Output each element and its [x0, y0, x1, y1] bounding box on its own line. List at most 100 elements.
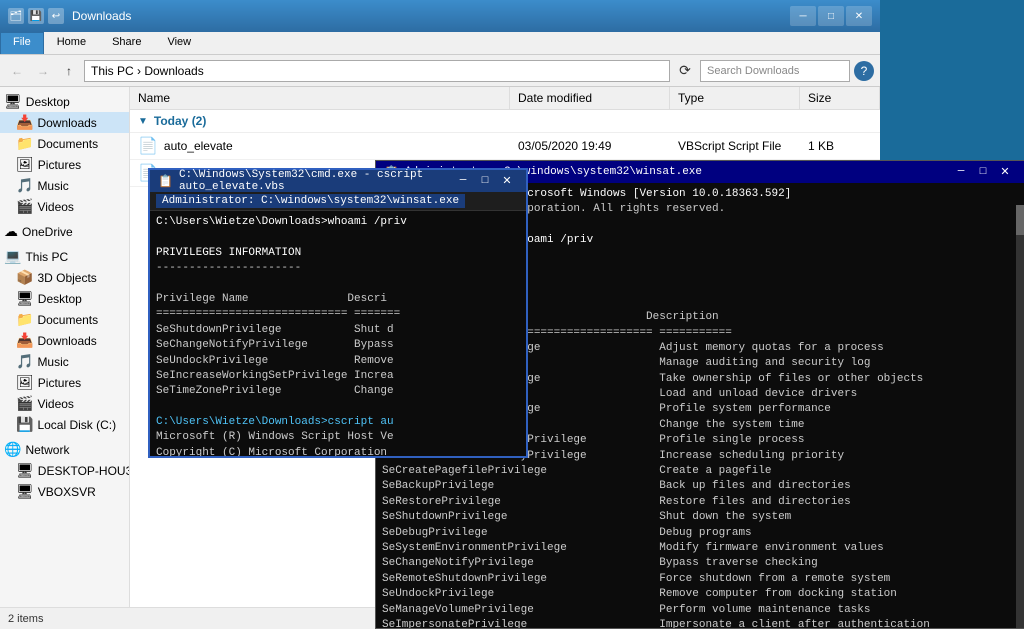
search-box[interactable]: Search Downloads	[700, 60, 850, 82]
sidebar-item-network[interactable]: 🌐 Network	[0, 439, 129, 460]
cmd-line-22: SeShutdownPrivilege Shut down the system	[382, 510, 1018, 525]
network-icon: 🌐	[4, 441, 21, 458]
sidebar-item-desktop-quick[interactable]: 🖥 Desktop	[0, 91, 129, 112]
sidebar-item-vboxsvr[interactable]: 🖥 VBOXSVR	[0, 481, 129, 502]
sidebar-label: Local Disk (C:)	[37, 418, 116, 432]
cmd-user-maximize[interactable]: □	[474, 172, 496, 190]
file-size-auto-elevate: 1 KB	[800, 133, 880, 159]
sidebar-label: Desktop	[26, 95, 70, 109]
cmd-line-24: SeSystemEnvironmentPrivilege Modify firm…	[382, 541, 1018, 556]
sidebar-item-music[interactable]: 🎵 Music	[0, 175, 129, 196]
tab-home[interactable]: Home	[44, 32, 99, 54]
tab-file[interactable]: File	[0, 32, 44, 54]
tab-view[interactable]: View	[154, 32, 204, 54]
videos-icon: 🎬	[16, 198, 33, 215]
sidebar-label: Downloads	[37, 116, 96, 130]
col-name[interactable]: Name	[130, 87, 510, 109]
sidebar-item-3dobjects[interactable]: 📦 3D Objects	[0, 267, 129, 288]
address-path[interactable]: This PC › Downloads	[84, 60, 670, 82]
user-line-15: Microsoft (R) Windows Script Host Ve	[156, 430, 520, 445]
quick-undo-icon[interactable]: ↩	[48, 8, 64, 24]
user-line-12: SeTimeZonePrivilege Change	[156, 384, 520, 399]
cmd-admin-scrollbar[interactable]	[1016, 205, 1024, 628]
cmd-admin-scrollbar-thumb	[1016, 205, 1024, 235]
sidebar-label: DESKTOP-HOU3	[38, 464, 129, 478]
sidebar-label: Videos	[37, 200, 73, 214]
sidebar-item-videos[interactable]: 🎬 Videos	[0, 196, 129, 217]
up-button[interactable]: ↑	[58, 60, 80, 82]
file-list-header: Name Date modified Type Size	[130, 87, 880, 110]
cmd-user-window[interactable]: 📋 C:\Windows\System32\cmd.exe - cscript …	[148, 168, 528, 458]
titlebar-icons: 🗂 💾 ↩	[8, 8, 64, 24]
item-count: 2 items	[8, 613, 43, 625]
documents2-icon: 📁	[16, 311, 33, 328]
sidebar-label: VBOXSVR	[38, 485, 96, 499]
cmd-user-close[interactable]: ✕	[496, 172, 518, 190]
user-line-9: SeChangeNotifyPrivilege Bypass	[156, 338, 520, 353]
cmd-admin-minimize[interactable]: ─	[950, 163, 972, 181]
downloads-icon: 📥	[16, 114, 33, 131]
user-line-6: Privilege Name Descri	[156, 292, 520, 307]
sidebar-item-pictures2[interactable]: 🖼 Pictures	[0, 372, 129, 393]
quick-access-icon[interactable]: 🗂	[8, 8, 24, 24]
user-line-4: ----------------------	[156, 261, 520, 276]
sidebar-label: Music	[37, 355, 68, 369]
minimize-button[interactable]: ─	[790, 6, 816, 26]
user-line-10: SeUndockPrivilege Remove	[156, 354, 520, 369]
sidebar-label: Pictures	[38, 376, 81, 390]
cmd-admin-maximize[interactable]: □	[972, 163, 994, 181]
sidebar-item-localdisk[interactable]: 💾 Local Disk (C:)	[0, 414, 129, 435]
user-line-5	[156, 277, 520, 292]
desktop-icon: 🖥	[4, 93, 22, 110]
sidebar-label: Music	[37, 179, 68, 193]
sidebar-item-desktop2[interactable]: 🖥 Desktop	[0, 288, 129, 309]
cmd-line-25: SeChangeNotifyPrivilege Bypass traverse …	[382, 556, 1018, 571]
admin-overlay-bar: Administrator: C:\windows\system32\winsa…	[150, 192, 526, 211]
col-date[interactable]: Date modified	[510, 87, 670, 109]
group-label: Today (2)	[154, 114, 206, 128]
sidebar-item-downloads[interactable]: 📥 Downloads	[0, 112, 129, 133]
cmd-line-26: SeRemoteShutdownPrivilege Force shutdown…	[382, 572, 1018, 587]
sidebar-item-videos2[interactable]: 🎬 Videos	[0, 393, 129, 414]
cmd-line-29: SeImpersonatePrivilege Impersonate a cli…	[382, 618, 1018, 628]
file-row-auto-elevate[interactable]: 📄 auto_elevate 03/05/2020 19:49 VBScript…	[130, 133, 880, 160]
maximize-button[interactable]: □	[818, 6, 844, 26]
documents-icon: 📁	[16, 135, 33, 152]
close-button[interactable]: ✕	[846, 6, 872, 26]
user-line-8: SeShutdownPrivilege Shut d	[156, 323, 520, 338]
back-button[interactable]: ←	[6, 60, 28, 82]
cmd-line-21: SeRestorePrivilege Restore files and dir…	[382, 495, 1018, 510]
ribbon-tabs: File Home Share View	[0, 32, 880, 54]
sidebar-item-desktop-hou[interactable]: 🖥 DESKTOP-HOU3	[0, 460, 129, 481]
videos2-icon: 🎬	[16, 395, 33, 412]
sidebar-item-documents2[interactable]: 📁 Documents	[0, 309, 129, 330]
help-button[interactable]: ?	[854, 61, 874, 81]
tab-share[interactable]: Share	[99, 32, 154, 54]
sidebar-item-pictures[interactable]: 🖼 Pictures	[0, 154, 129, 175]
quick-save-icon[interactable]: 💾	[28, 8, 44, 24]
user-line-2	[156, 230, 520, 245]
sidebar-item-downloads2[interactable]: 📥 Downloads	[0, 330, 129, 351]
refresh-button[interactable]: ⟳	[674, 60, 696, 82]
vboxsvr-icon: 🖥	[16, 483, 34, 500]
music-icon: 🎵	[16, 177, 33, 194]
user-line-14: C:\Users\Wietze\Downloads>cscript au	[156, 415, 520, 430]
search-placeholder: Search Downloads	[707, 65, 799, 77]
user-line-1: C:\Users\Wietze\Downloads>whoami /priv	[156, 215, 520, 230]
cmd-line-23: SeDebugPrivilege Debug programs	[382, 526, 1018, 541]
user-line-16: Copyright (C) Microsoft Corporation	[156, 446, 520, 456]
col-size[interactable]: Size	[800, 87, 880, 109]
forward-button[interactable]: →	[32, 60, 54, 82]
thispc-icon: 💻	[4, 248, 21, 265]
sidebar-label: Videos	[37, 397, 73, 411]
titlebar-controls: ─ □ ✕	[790, 6, 872, 26]
user-line-13	[156, 400, 520, 415]
sidebar-item-music2[interactable]: 🎵 Music	[0, 351, 129, 372]
sidebar-label: Desktop	[38, 292, 82, 306]
sidebar-item-onedrive[interactable]: ☁ OneDrive	[0, 221, 129, 242]
sidebar-item-documents[interactable]: 📁 Documents	[0, 133, 129, 154]
sidebar-item-thispc[interactable]: 💻 This PC	[0, 246, 129, 267]
cmd-user-minimize[interactable]: ─	[452, 172, 474, 190]
col-type[interactable]: Type	[670, 87, 800, 109]
cmd-admin-close[interactable]: ✕	[994, 163, 1016, 181]
